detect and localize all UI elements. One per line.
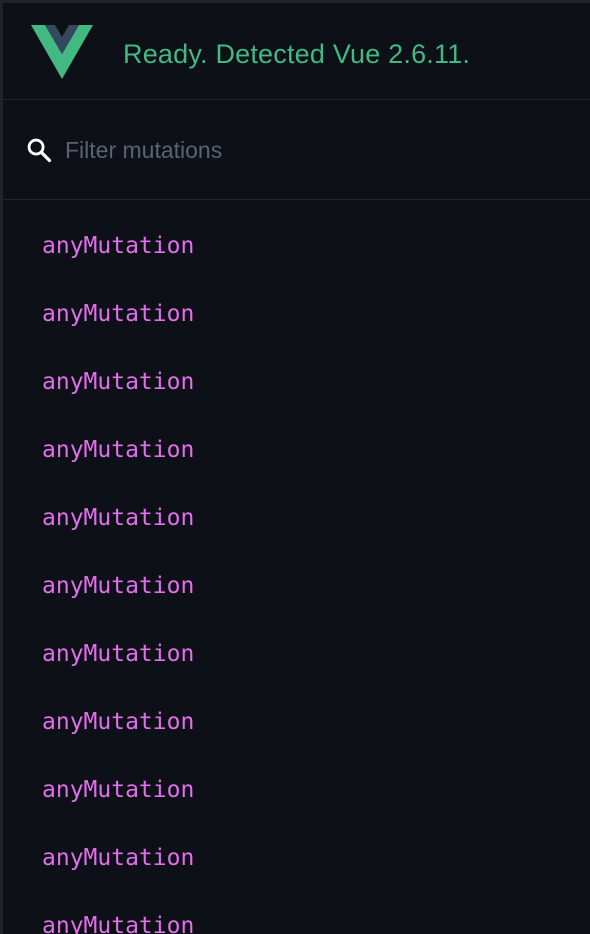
mutation-name: anyMutation (42, 573, 195, 599)
mutation-name: anyMutation (42, 233, 195, 259)
vue-devtools-panel: Ready. Detected Vue 2.6.11. anyMutation … (0, 0, 590, 934)
status-text: Ready. Detected Vue 2.6.11. (123, 39, 471, 69)
mutation-item[interactable]: anyMutation (3, 404, 590, 472)
mutation-item[interactable]: anyMutation (3, 472, 590, 540)
mutation-name: anyMutation (42, 641, 195, 667)
mutation-item[interactable]: anyMutation (3, 812, 590, 880)
header: Ready. Detected Vue 2.6.11. (3, 3, 590, 100)
mutation-item[interactable]: anyMutation (3, 540, 590, 608)
vue-logo-icon (31, 25, 93, 79)
mutation-item[interactable]: anyMutation (3, 880, 590, 934)
mutation-name: anyMutation (42, 709, 195, 735)
filter-mutations-input[interactable] (65, 130, 565, 170)
search-icon (27, 138, 52, 163)
mutation-list: anyMutation anyMutation anyMutation anyM… (3, 200, 590, 934)
mutation-item[interactable]: anyMutation (3, 744, 590, 812)
mutation-item[interactable]: anyMutation (3, 200, 590, 268)
mutation-name: anyMutation (42, 845, 195, 871)
mutation-name: anyMutation (42, 301, 195, 327)
mutation-item[interactable]: anyMutation (3, 336, 590, 404)
mutation-item[interactable]: anyMutation (3, 676, 590, 744)
mutation-item[interactable]: anyMutation (3, 608, 590, 676)
filter-bar (3, 100, 590, 200)
mutation-name: anyMutation (42, 505, 195, 531)
mutation-name: anyMutation (42, 777, 195, 803)
mutation-name: anyMutation (42, 369, 195, 395)
mutation-item[interactable]: anyMutation (3, 268, 590, 336)
mutation-name: anyMutation (42, 913, 195, 934)
mutation-name: anyMutation (42, 437, 195, 463)
